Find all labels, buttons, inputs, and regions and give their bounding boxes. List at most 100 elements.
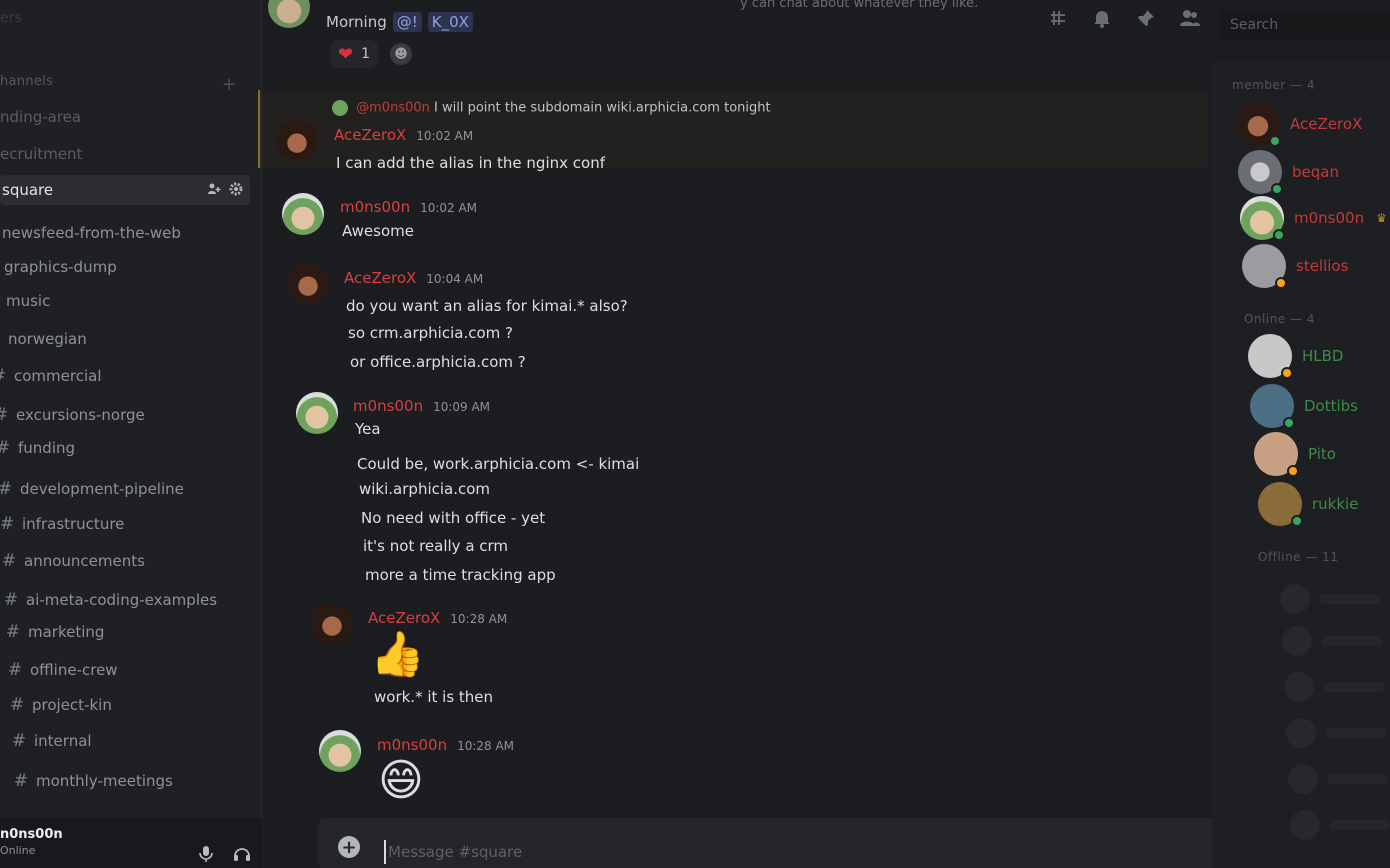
channel-item[interactable]: norwegian	[8, 324, 87, 354]
reply-preview[interactable]: @m0ns00n I will point the subdomain wiki…	[332, 100, 771, 116]
channel-item[interactable]: newsfeed-from-the-web	[2, 218, 181, 248]
add-attachment-icon[interactable]: +	[338, 836, 360, 858]
avatar[interactable]	[287, 263, 329, 305]
author-name[interactable]: m0ns00n	[377, 736, 447, 754]
message-line: Yea	[355, 420, 381, 438]
offline-member-name	[1326, 728, 1386, 738]
channel-item[interactable]: # internal	[10, 726, 92, 756]
channel-label: commercial	[14, 367, 102, 385]
channel-label: infrastructure	[22, 515, 125, 533]
avatar[interactable]	[282, 193, 324, 235]
member-list-icon[interactable]	[1178, 6, 1202, 30]
offline-member-name	[1324, 682, 1384, 692]
avatar[interactable]	[319, 730, 361, 772]
channel-label: announcements	[24, 552, 145, 570]
channel-item[interactable]: # infrastructure	[0, 509, 124, 539]
offline-member-avatar[interactable]	[1280, 584, 1310, 614]
member-group-header: Online — 4	[1244, 312, 1315, 326]
author-name[interactable]: m0ns00n	[340, 198, 410, 216]
offline-member-name	[1322, 636, 1382, 646]
hash-icon: #	[13, 771, 29, 791]
status-dot	[1271, 183, 1283, 195]
grinning-emoji[interactable]: 😄	[378, 756, 424, 806]
channel-item[interactable]: # monthly-meetings	[12, 766, 173, 796]
hash-icon: #	[0, 438, 12, 458]
status-dot	[1281, 367, 1293, 379]
channel-label: funding	[18, 439, 76, 457]
author-name[interactable]: AceZeroX	[368, 609, 440, 627]
header-toolbar	[1046, 6, 1202, 30]
offline-member-avatar[interactable]	[1288, 764, 1318, 794]
channel-item[interactable]: nding-area	[0, 102, 81, 132]
hash-icon: #	[3, 590, 19, 610]
offline-member-avatar[interactable]	[1286, 718, 1316, 748]
message-input[interactable]	[384, 840, 884, 864]
channel-label: marketing	[28, 623, 105, 641]
channel-item[interactable]: # ai-meta-coding-examples	[2, 585, 217, 615]
channel-item[interactable]: ecruitment	[0, 139, 82, 169]
channel-item[interactable]: music	[6, 286, 50, 316]
mention-tag[interactable]: K_0X	[427, 12, 473, 32]
channel-item[interactable]: # project-kin	[8, 690, 112, 720]
status-dot	[1287, 465, 1299, 477]
member-item[interactable]: stellios	[1242, 244, 1349, 289]
hash-icon: #	[0, 405, 10, 425]
member-item[interactable]: HLBD	[1248, 334, 1343, 379]
channel-item[interactable]: # commercial	[0, 361, 102, 391]
message-line: so crm.arphicia.com ?	[348, 324, 513, 342]
member-item[interactable]: rukkie	[1258, 482, 1358, 527]
reply-author[interactable]: @m0ns00n	[356, 101, 430, 116]
bell-icon[interactable]	[1090, 6, 1114, 30]
offline-member-avatar[interactable]	[1282, 626, 1312, 656]
channel-item[interactable]: # offline-crew	[6, 655, 118, 685]
microphone-icon[interactable]	[196, 844, 216, 864]
add-reaction-icon[interactable]: ☻	[390, 43, 413, 65]
gear-icon[interactable]	[228, 181, 244, 197]
author-name[interactable]: AceZeroX	[334, 126, 406, 144]
add-channel-icon[interactable]: +	[222, 74, 237, 95]
mention-tag[interactable]: @!	[392, 12, 422, 32]
status-dot	[1283, 417, 1295, 429]
channel-label: ecruitment	[0, 145, 83, 163]
reply-text: I will point the subdomain wiki.arphicia…	[434, 100, 771, 116]
channel-item[interactable]: # marketing	[4, 617, 105, 647]
channel-category[interactable]: hannels +	[0, 74, 245, 98]
channel-item[interactable]: # announcements	[0, 546, 145, 576]
user-name[interactable]: n0ns00n	[0, 827, 63, 842]
member-item[interactable]: AceZeroX	[1236, 102, 1362, 147]
avatar	[1250, 384, 1295, 429]
channel-item-active[interactable]: square	[0, 175, 250, 205]
channel-item[interactable]: # development-pipeline	[0, 474, 184, 504]
channel-label: offline-crew	[30, 661, 118, 679]
server-name[interactable]: ers	[0, 10, 22, 26]
avatar[interactable]	[296, 392, 338, 434]
avatar[interactable]	[311, 603, 353, 645]
offline-member-avatar[interactable]	[1290, 810, 1320, 840]
status-dot	[1275, 277, 1287, 289]
channel-item[interactable]: # excursions-norge	[0, 400, 145, 430]
member-item[interactable]: Dottibs	[1250, 384, 1358, 429]
pin-icon[interactable]	[1134, 6, 1158, 30]
author-name[interactable]: AceZeroX	[344, 269, 416, 287]
author-name[interactable]: m0ns00n	[353, 397, 423, 415]
timestamp: 10:02 AM	[420, 201, 478, 215]
channel-item[interactable]: graphics-dump	[4, 252, 117, 282]
thumbs-up-emoji[interactable]: 👍	[370, 630, 425, 680]
member-group-header: Offline — 11	[1258, 550, 1339, 564]
channel-item[interactable]: # funding	[0, 433, 75, 463]
member-item[interactable]: m0ns00n ♛	[1240, 196, 1387, 241]
category-label: hannels	[0, 74, 54, 89]
offline-member-avatar[interactable]	[1284, 672, 1314, 702]
channel-label: norwegian	[8, 330, 87, 348]
offline-member-name	[1320, 594, 1380, 604]
member-item[interactable]: beqan	[1238, 150, 1339, 195]
member-item[interactable]: Pito	[1254, 432, 1336, 477]
member-name: stellios	[1296, 257, 1349, 275]
search-input[interactable]	[1220, 10, 1390, 40]
message-header: m0ns00n 10:09 AM	[353, 397, 490, 415]
invite-icon[interactable]	[206, 181, 222, 197]
heart-reaction[interactable]: ❤ 1	[330, 40, 379, 68]
threads-icon[interactable]	[1046, 6, 1070, 30]
avatar[interactable]	[276, 120, 318, 162]
headphones-icon[interactable]	[232, 844, 252, 864]
